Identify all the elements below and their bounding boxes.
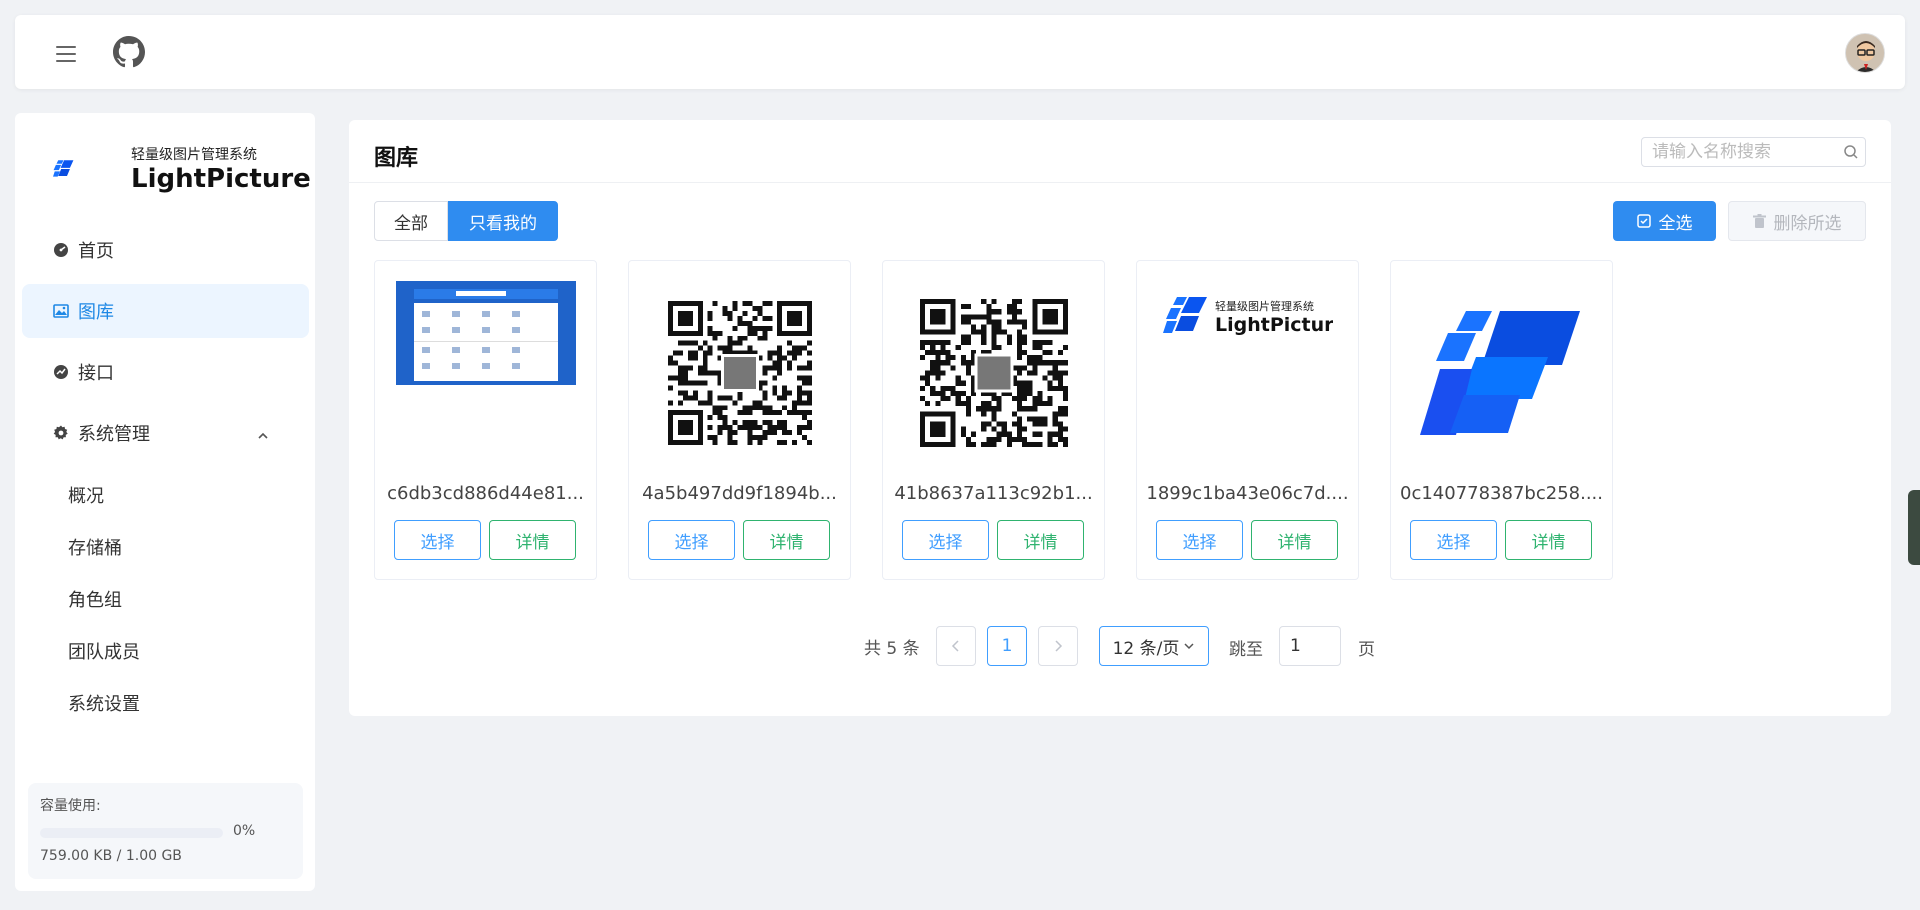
sidebar: 轻量级图片管理系统 LightPicture 首页 图库 接口 系统管理 概况 …	[15, 113, 315, 891]
page-size-select[interactable]: 12 条/页	[1099, 626, 1209, 666]
select-all-button[interactable]: 全选	[1613, 201, 1716, 241]
picture-icon	[52, 302, 70, 320]
search-box	[1641, 137, 1866, 167]
svg-text:轻量级图片管理系统: 轻量级图片管理系统	[1215, 299, 1314, 313]
github-icon[interactable]	[113, 36, 145, 68]
trend-icon	[52, 363, 70, 381]
select-all-label: 全选	[1658, 213, 1693, 234]
page-unit-label: 页	[1358, 640, 1375, 660]
search-icon[interactable]	[1843, 144, 1859, 164]
page-size-value: 12 条/页	[1112, 638, 1180, 659]
trash-icon	[1752, 214, 1766, 228]
image-name: 4a5b497dd9f1894b...	[642, 483, 837, 504]
image-name: 1899c1ba43e06c7d....	[1146, 483, 1349, 504]
nav-item-api[interactable]: 接口	[22, 345, 309, 399]
sub-item-buckets[interactable]: 存储桶	[68, 534, 122, 560]
pagination-total: 共 5 条	[864, 639, 920, 659]
usage-percent: 0%	[233, 823, 256, 839]
lightpicture-logo	[53, 160, 74, 177]
prev-page-button[interactable]	[936, 626, 976, 666]
detail-button[interactable]: 详情	[1505, 520, 1592, 560]
logo-title: LightPicture	[131, 164, 311, 194]
hamburger-icon[interactable]	[51, 39, 81, 69]
sub-item-settings[interactable]: 系统设置	[68, 690, 140, 716]
top-header	[15, 15, 1905, 89]
filter-segment: 全部 只看我的	[374, 201, 558, 241]
delete-selected-button[interactable]: 删除所选	[1728, 201, 1866, 241]
nav-item-system[interactable]: 系统管理	[22, 406, 309, 460]
sub-item-members[interactable]: 团队成员	[68, 638, 140, 664]
select-button[interactable]: 选择	[394, 520, 481, 560]
select-button[interactable]: 选择	[648, 520, 735, 560]
page-number-button[interactable]: 1	[987, 626, 1027, 666]
nav-label-home: 首页	[78, 241, 114, 262]
image-card[interactable]: 4a5b497dd9f1894b... 选择 详情	[628, 260, 851, 580]
pagination: 共 5 条 1 12 条/页 跳至 页	[349, 626, 1891, 666]
next-page-button[interactable]	[1038, 626, 1078, 666]
image-name: 41b8637a113c92b1...	[894, 483, 1093, 504]
usage-size: 759.00 KB / 1.00 GB	[40, 848, 182, 864]
nav-label-system: 系统管理	[78, 424, 150, 445]
logo-subtitle: 轻量级图片管理系统	[131, 147, 257, 163]
image-card[interactable]: c6db3cd886d44e81... 选择 详情	[374, 260, 597, 580]
filter-all-button[interactable]: 全部	[374, 201, 448, 241]
checkbox-icon	[1636, 214, 1651, 228]
sub-item-roles[interactable]: 角色组	[68, 586, 122, 612]
storage-usage-panel: 容量使用: 0% 759.00 KB / 1.00 GB	[28, 783, 303, 879]
header-divider	[349, 182, 1891, 183]
detail-button[interactable]: 详情	[489, 520, 576, 560]
nav-item-gallery[interactable]: 图库	[22, 284, 309, 338]
nav-label-gallery: 图库	[78, 302, 114, 323]
image-name: 0c140778387bc258....	[1400, 483, 1603, 504]
image-thumbnail[interactable]	[902, 281, 1086, 465]
jump-label: 跳至	[1229, 640, 1263, 660]
chevron-up-icon	[257, 426, 269, 447]
sub-item-overview[interactable]: 概况	[68, 482, 104, 508]
select-button[interactable]: 选择	[1156, 520, 1243, 560]
nav-label-api: 接口	[78, 363, 114, 384]
usage-label: 容量使用:	[40, 798, 101, 814]
image-card[interactable]: 0c140778387bc258.... 选择 详情	[1390, 260, 1613, 580]
image-thumbnail[interactable]	[394, 281, 578, 465]
user-avatar[interactable]	[1845, 33, 1885, 73]
image-card[interactable]: 41b8637a113c92b1... 选择 详情	[882, 260, 1105, 580]
search-input[interactable]	[1642, 138, 1832, 166]
side-panel-handle[interactable]	[1908, 490, 1920, 565]
detail-button[interactable]: 详情	[743, 520, 830, 560]
detail-button[interactable]: 详情	[1251, 520, 1338, 560]
chevron-right-icon	[1055, 640, 1063, 652]
page-title: 图库	[374, 146, 419, 171]
chevron-down-icon	[1184, 643, 1194, 650]
image-card[interactable]: 轻量级图片管理系统 LightPicture 1899c1ba43e06c7d.…	[1136, 260, 1359, 580]
image-thumbnail[interactable]	[1410, 281, 1594, 465]
usage-progress-bar	[40, 828, 223, 838]
gallery-panel: 图库 全部 只看我的 全选 删除所选	[349, 120, 1891, 716]
chevron-left-icon	[951, 640, 959, 652]
jump-page-input[interactable]	[1279, 626, 1341, 666]
dashboard-icon	[52, 241, 70, 259]
image-thumbnail[interactable]: 轻量级图片管理系统 LightPicture	[1156, 281, 1340, 465]
image-name: c6db3cd886d44e81...	[387, 483, 584, 504]
gear-icon	[52, 424, 70, 442]
nav-item-home[interactable]: 首页	[22, 223, 309, 277]
filter-mine-button[interactable]: 只看我的	[448, 201, 558, 241]
detail-button[interactable]: 详情	[997, 520, 1084, 560]
delete-selected-label: 删除所选	[1773, 213, 1842, 234]
select-button[interactable]: 选择	[1410, 520, 1497, 560]
image-thumbnail[interactable]	[648, 281, 832, 465]
svg-text:LightPicture: LightPicture	[1215, 314, 1333, 336]
select-button[interactable]: 选择	[902, 520, 989, 560]
